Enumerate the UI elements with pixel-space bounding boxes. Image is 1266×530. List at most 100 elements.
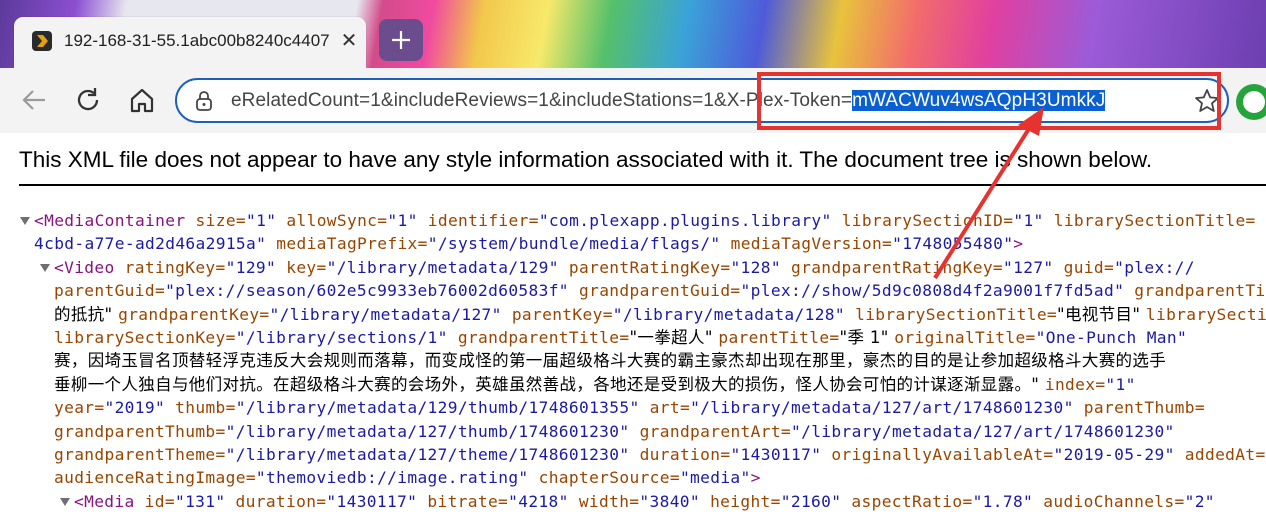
xml-attr: librarySectionKey= — [54, 328, 236, 347]
xml-val: "2019" — [104, 398, 176, 418]
xml-attr: duration= — [235, 491, 327, 511]
xml-attr: librarySectionID= — [841, 211, 1014, 230]
xml-attr: index= — [1044, 374, 1106, 394]
xml-line: grandparentThumb="/library/metadata/127/… — [54, 420, 1175, 444]
close-icon[interactable]: ✕ — [338, 30, 360, 52]
back-button[interactable] — [19, 85, 49, 115]
xml-attr: librarySectionID= — [1145, 304, 1266, 324]
xml-txt: "季 1" — [839, 328, 895, 347]
new-tab-button[interactable] — [379, 19, 423, 61]
xml-tag: <Video — [54, 257, 125, 277]
xml-attr: aspectRatio= — [851, 491, 973, 511]
xml-attr: grandparentThumb= — [54, 421, 226, 441]
collapse-arrow-icon[interactable] — [40, 263, 50, 272]
plus-icon — [392, 31, 410, 49]
browser-tab[interactable]: 192-168-31-55.1abc00b8240c4407 ✕ — [14, 17, 366, 68]
xml-attr: grandparentTitle= — [457, 328, 630, 347]
xml-txt: 垂柳一个人独自与他们对抗。在超级格斗大赛的会场外，英雄虽然善战，各地还是受到极大… — [54, 374, 1045, 394]
xml-attr: librarySectionTitle= — [1053, 211, 1256, 230]
divider — [19, 184, 1266, 186]
xml-val: "/library/metadata/127/art/1748601230" — [690, 398, 1084, 418]
xml-attr: librarySectionTitle= — [855, 304, 1058, 324]
xml-val: "1430117" — [326, 491, 428, 511]
refresh-button[interactable] — [73, 85, 103, 115]
xml-val: "/library/metadata/128" — [612, 304, 856, 324]
xml-attr: grandparentArt= — [639, 421, 792, 441]
xml-attr: originallyAvailableAt= — [831, 445, 1054, 464]
xml-attr: size= — [195, 211, 247, 230]
xml-val: "2019-05-29" — [1053, 445, 1185, 464]
xml-attr: thumb= — [175, 398, 236, 418]
xml-val: "com.plexapp.plugins.library" — [538, 211, 842, 230]
xml-val: "1" — [1013, 211, 1054, 230]
xml-attr: grandparentGuid= — [579, 281, 741, 301]
xml-val: "/library/metadata/127/thumb/1748601230" — [225, 421, 640, 441]
xml-val: "1" — [246, 211, 287, 230]
xml-attr: parentKey= — [511, 304, 613, 324]
xml-val: "1.78" — [972, 491, 1044, 511]
xml-val: "2" — [1184, 491, 1215, 511]
collapse-arrow-icon[interactable] — [60, 497, 70, 506]
xml-attr: ratingKey= — [124, 257, 226, 277]
xml-val: "128" — [730, 257, 792, 277]
xml-line: 4cbd-a77e-ad2d46a2915a" mediaTagPrefix="… — [34, 232, 1023, 256]
xml-val: "themoviedb://image.rating" — [255, 468, 539, 488]
xml-attr: originalTitle= — [894, 328, 1036, 347]
xml-attr: width= — [578, 491, 640, 511]
xml-attr: audienceRatingImage= — [54, 468, 256, 488]
xml-val: "129" — [225, 257, 287, 277]
xml-val: "127" — [1003, 257, 1064, 277]
xml-line: year="2019" thumb="/library/metadata/129… — [54, 396, 1205, 420]
xml-val: "/system/bundle/media/flags/" — [427, 234, 731, 254]
xml-val: "plex://season/602e5c9933eb76002d60583f" — [165, 281, 579, 301]
xml-tag: > — [1013, 234, 1024, 254]
xml-notice: This XML file does not appear to have an… — [19, 147, 1153, 172]
xml-line: audienceRatingImage="themoviedb://image.… — [54, 466, 761, 490]
xml-attr: guid= — [1063, 257, 1115, 277]
xml-attr: parentRatingKey= — [568, 257, 731, 277]
xml-attr: key= — [286, 257, 327, 277]
xml-attr: allowSync= — [286, 211, 388, 230]
xml-attr: parentThumb= — [1083, 398, 1205, 418]
xml-val: "1430117" — [730, 445, 832, 464]
xml-attr: grandparentTheme= — [54, 445, 226, 464]
home-button[interactable] — [127, 85, 157, 115]
xml-val: "/library/metadata/127/theme/1748601230" — [225, 445, 640, 464]
xml-tag: <MediaContainer — [34, 211, 196, 230]
xml-val: "/library/metadata/129" — [326, 257, 569, 277]
xml-val: "/library/metadata/127" — [269, 304, 512, 324]
xml-val: "/library/metadata/129/thumb/1748601355" — [235, 398, 650, 418]
xml-val: "4218" — [508, 491, 579, 511]
xml-attr: mediaTagPrefix= — [276, 234, 428, 254]
xml-attr: grandparentKey= — [118, 304, 270, 324]
arrow-left-icon — [22, 90, 45, 110]
xml-line: grandparentTheme="/library/metadata/127/… — [54, 443, 1266, 467]
highlight-box — [757, 72, 1221, 130]
xml-attr: addedAt= — [1184, 445, 1266, 464]
tab-title: 192-168-31-55.1abc00b8240c4407 — [64, 31, 330, 50]
xml-val: "plex://show/5d9c0808d4f2a9001f7fd5ad" — [740, 281, 1135, 301]
xml-line: 赛，因埼玉冒名顶替轻浮克违反大会规则而落幕，而变成怪的第一届超级格斗大赛的霸主豪… — [54, 349, 1166, 373]
xml-val: "2160" — [780, 491, 852, 511]
xml-attr: id= — [144, 491, 175, 511]
xml-attr: grandparentRatingKey= — [791, 257, 1004, 277]
xml-val: "1748055480" — [892, 234, 1014, 254]
xml-val: "1" — [1105, 374, 1136, 394]
xml-attr: year= — [54, 398, 105, 418]
xml-line: <Video ratingKey="129" key="/library/met… — [54, 256, 1195, 280]
xml-attr: identifier= — [427, 211, 539, 230]
xml-attr: audioChannels= — [1043, 491, 1185, 511]
xml-attr: duration= — [639, 445, 731, 464]
xml-val: "One-Punch Man" — [1035, 328, 1188, 347]
collapse-arrow-icon[interactable] — [20, 217, 30, 225]
xml-attr: parentGuid= — [54, 281, 166, 301]
extension-icon[interactable] — [1236, 84, 1266, 120]
xml-txt: 的抵抗" — [54, 304, 119, 324]
lock-icon[interactable] — [193, 90, 215, 112]
xml-attr: parentTitle= — [718, 328, 840, 347]
xml-val: 4cbd-a77e-ad2d46a2915a" — [34, 234, 277, 254]
xml-txt: "一拳超人" — [629, 328, 719, 347]
xml-line: librarySectionKey="/library/sections/1" … — [54, 326, 1187, 350]
xml-line: <Media id="131" duration="1430117" bitra… — [74, 490, 1215, 514]
home-icon — [130, 88, 154, 113]
